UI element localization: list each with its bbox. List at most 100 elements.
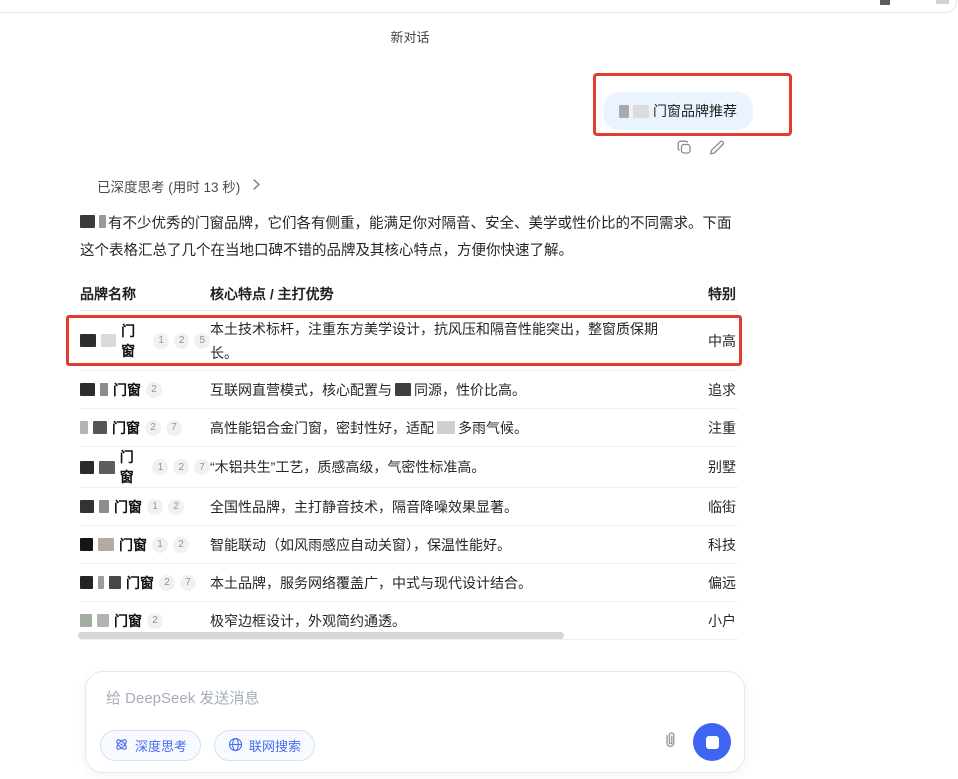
web-search-button[interactable]: 联网搜索 — [214, 730, 315, 761]
message-input[interactable]: 给 DeepSeek 发送消息 — [106, 687, 259, 708]
table-row: 门窗 125本土技术标杆，注重东方美学设计，抗风压和隔音性能突出，整窗质保期长。中… — [80, 311, 738, 371]
row-tail: 小户 — [708, 611, 738, 631]
redaction-block — [619, 105, 629, 118]
row-description: “木铝共生”工艺，质感高级，气密性标准高。 — [210, 455, 708, 479]
message-composer: 给 DeepSeek 发送消息 深度思考 — [85, 671, 745, 773]
redaction-block — [80, 215, 95, 228]
brand-name: 门窗 — [120, 447, 148, 487]
row-tail: 追求 — [708, 380, 738, 400]
redaction-block — [99, 461, 115, 474]
brand-cell: 门窗 2 — [80, 380, 210, 400]
row-description: 本土技术标杆，注重东方美学设计，抗风压和隔音性能突出，整窗质保期长。 — [210, 317, 708, 365]
redaction-block — [98, 576, 104, 589]
redaction-block — [80, 421, 88, 434]
user-message-bubble: 门窗品牌推荐 — [603, 92, 753, 130]
web-search-label: 联网搜索 — [249, 736, 301, 755]
stop-generating-button[interactable] — [693, 723, 731, 761]
row-description: 极窄边框设计，外观简约通透。 — [210, 609, 708, 633]
table-row: 门窗27本土品牌，服务网络覆盖广，中式与现代设计结合。偏远 — [80, 564, 738, 602]
pencil-icon — [708, 139, 725, 156]
row-tail: 临街 — [708, 497, 738, 517]
redaction-block — [80, 461, 94, 474]
brand-name: 门窗 — [126, 573, 154, 593]
page-title: 新对话 — [80, 27, 740, 46]
redaction-block — [101, 334, 117, 347]
table-body: 门窗125本土技术标杆，注重东方美学设计，抗风压和隔音性能突出，整窗质保期长。中… — [80, 311, 738, 640]
assistant-paragraph-text: 有不少优秀的门窗品牌，它们各有侧重，能满足你对隔音、安全、美学或性价比的不同需求… — [80, 216, 732, 259]
brand-cell: 门窗 12 — [80, 497, 210, 517]
citation-badge[interactable]: 1 — [152, 537, 168, 553]
assistant-paragraph: 有不少优秀的门窗品牌，它们各有侧重，能满足你对隔音、安全、美学或性价比的不同需求… — [80, 211, 738, 265]
table-row: 门窗 2 互联网直营模式，核心配置与同源，性价比高。追求 — [80, 371, 738, 409]
redaction-block — [80, 334, 96, 347]
citation-badge[interactable]: 1 — [153, 333, 169, 349]
brand-name: 门窗 — [114, 611, 142, 631]
citation-badge[interactable]: 1 — [152, 459, 168, 475]
brand-cell: 门窗127 — [80, 447, 210, 487]
row-tail: 中高 — [708, 331, 738, 351]
redaction-block — [100, 383, 108, 396]
citation-badge[interactable]: 7 — [166, 420, 182, 436]
redaction-block — [93, 421, 107, 434]
deep-thinking-toggle[interactable]: 已深度思考 (用时 13 秒) — [97, 176, 261, 196]
brand-name: 门窗 — [114, 497, 142, 517]
citation-badge[interactable]: 7 — [194, 459, 210, 475]
brand-name: 门窗 — [121, 321, 148, 361]
row-description: 全国性品牌，主打静音技术，隔音降噪效果显著。 — [210, 495, 708, 519]
citation-badge[interactable]: 2 — [159, 575, 175, 591]
brand-name: 门窗 — [113, 380, 141, 400]
copy-icon — [676, 139, 693, 156]
brand-name: 门窗 — [112, 418, 140, 438]
redaction-block — [97, 614, 109, 627]
citation-badge[interactable]: 7 — [180, 575, 196, 591]
row-description: 智能联动（如风雨感应自动关窗），保温性能好。 — [210, 533, 708, 557]
citation-badge[interactable]: 2 — [173, 459, 189, 475]
table-row: 门窗 12 全国性品牌，主打静音技术，隔音降噪效果显著。临街 — [80, 488, 738, 526]
brand-cell: 门窗 12 — [80, 535, 210, 555]
deep-thinking-label: 已深度思考 (用时 13 秒) — [97, 176, 240, 196]
table-row: 门窗 12 智能联动（如风雨感应自动关窗），保温性能好。科技 — [80, 526, 738, 564]
citation-badge[interactable]: 2 — [174, 333, 190, 349]
citation-badge[interactable]: 1 — [147, 499, 163, 515]
stop-square-icon — [706, 736, 719, 749]
redaction-block — [80, 500, 94, 513]
row-tail: 科技 — [708, 535, 738, 555]
citation-badge[interactable]: 2 — [168, 499, 184, 515]
redaction-block — [80, 576, 93, 589]
user-message-text: 门窗品牌推荐 — [653, 101, 737, 121]
table-header-tail: 特别 — [708, 284, 738, 304]
redaction-block — [437, 421, 455, 434]
redaction-block — [633, 105, 649, 118]
citation-badge[interactable]: 2 — [147, 613, 163, 629]
brand-cell: 门窗 27 — [80, 418, 210, 438]
window-controls-fragment — [936, 0, 949, 4]
redaction-block — [395, 383, 411, 396]
brand-table: 品牌名称 核心特点 / 主打优势 特别 门窗125本土技术标杆，注重东方美学设计… — [80, 278, 738, 640]
chevron-right-icon — [252, 178, 261, 194]
edit-button[interactable] — [708, 139, 725, 156]
brand-cell: 门窗 125 — [80, 321, 210, 361]
table-horizontal-scrollbar[interactable] — [78, 632, 564, 639]
redaction-block — [80, 538, 93, 551]
brand-cell: 门窗 27 — [80, 573, 210, 593]
brand-cell: 门窗 2 — [80, 611, 210, 631]
deepthink-atom-icon — [114, 737, 129, 755]
row-description: 互联网直营模式，核心配置与同源，性价比高。 — [210, 378, 708, 402]
redaction-block — [99, 215, 106, 228]
copy-button[interactable] — [676, 139, 693, 156]
attach-button[interactable] — [661, 731, 679, 754]
deepthink-button[interactable]: 深度思考 — [100, 730, 201, 761]
citation-badge[interactable]: 5 — [194, 333, 210, 349]
row-tail: 注重 — [708, 418, 738, 438]
table-row: 门窗127“木铝共生”工艺，质感高级，气密性标准高。别墅 — [80, 447, 738, 488]
top-divider — [0, 0, 940, 13]
window-controls-fragment — [880, 0, 890, 5]
citation-badge[interactable]: 2 — [173, 537, 189, 553]
table-header-row: 品牌名称 核心特点 / 主打优势 特别 — [80, 278, 738, 311]
brand-name: 门窗 — [119, 535, 147, 555]
redaction-block — [99, 500, 109, 513]
row-description: 高性能铝合金门窗，密封性好，适配多雨气候。 — [210, 416, 708, 440]
citation-badge[interactable]: 2 — [146, 382, 162, 398]
table-header-features: 核心特点 / 主打优势 — [210, 284, 708, 304]
citation-badge[interactable]: 2 — [145, 420, 161, 436]
